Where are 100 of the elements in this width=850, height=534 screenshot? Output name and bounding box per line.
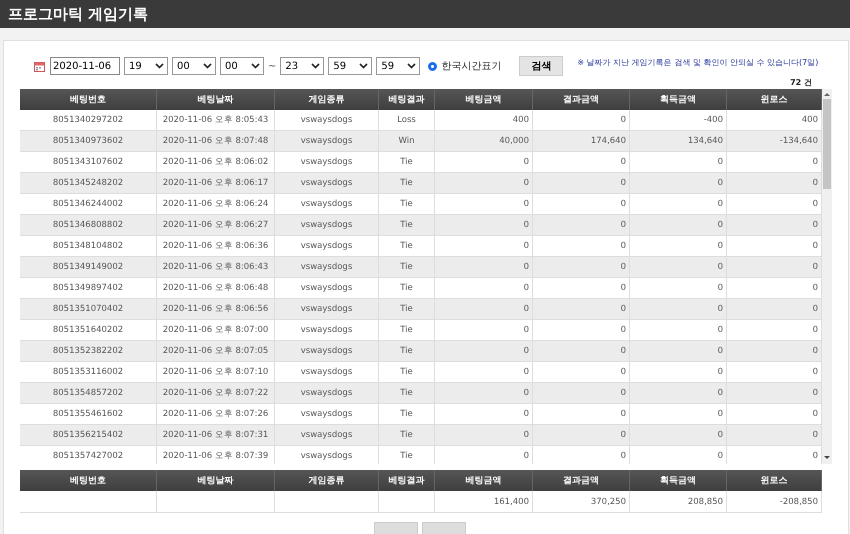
table-cell: 8051340297202 <box>20 110 157 130</box>
table-cell: 0 <box>630 425 727 445</box>
table-cell: 2020-11-06 오후 8:06:48 <box>157 278 275 298</box>
table-cell: vswaysdogs <box>275 383 379 403</box>
time-select[interactable]: 00 <box>220 57 264 75</box>
table-cell: Win <box>379 131 435 151</box>
table-cell: 0 <box>630 194 727 214</box>
radio-button[interactable] <box>428 62 438 70</box>
table-cell: 0 <box>630 299 727 319</box>
table-cell: 8051348104802 <box>20 236 157 256</box>
total-cell: 161,400 <box>435 491 533 512</box>
table-cell: vswaysdogs <box>275 362 379 382</box>
table-cell: Tie <box>379 257 435 277</box>
table-cell: 0 <box>630 152 727 172</box>
chevron-icon <box>359 63 368 69</box>
scrollbar[interactable] <box>822 89 832 464</box>
table-cell: 0 <box>533 425 630 445</box>
table-cell: Tie <box>379 320 435 340</box>
time-select[interactable]: 59 <box>328 57 372 75</box>
chevron-icon <box>203 63 212 69</box>
radio-label[interactable]: 한국시간표기 <box>441 59 502 73</box>
table-cell: 2020-11-06 오후 8:06:02 <box>157 152 275 172</box>
table-cell: Tie <box>379 383 435 403</box>
table-cell: 0 <box>435 194 533 214</box>
table-cell: vswaysdogs <box>275 110 379 130</box>
table-cell: 0 <box>533 362 630 382</box>
calendar-icon[interactable] <box>34 60 45 72</box>
table-cell: 0 <box>435 404 533 424</box>
table-cell: 40,000 <box>435 131 533 151</box>
table-cell: Tie <box>379 236 435 256</box>
scroll-thumb[interactable] <box>823 99 831 189</box>
table-cell: Tie <box>379 278 435 298</box>
table-cell: Tie <box>379 215 435 235</box>
search-button[interactable]: 검색 <box>519 56 564 76</box>
table-cell: vswaysdogs <box>275 257 379 277</box>
table-cell: vswaysdogs <box>275 320 379 340</box>
table-cell: 0 <box>630 362 727 382</box>
table-cell: 0 <box>533 299 630 319</box>
date-field[interactable]: 2020-11-06 <box>50 57 120 75</box>
time-select[interactable]: 00 <box>172 57 216 75</box>
table-cell: 2020-11-06 오후 8:06:24 <box>157 194 275 214</box>
table-cell: 0 <box>533 341 630 361</box>
table-cell: 0 <box>630 257 727 277</box>
total-cell: 370,250 <box>533 491 630 512</box>
table-cell: Tie <box>379 362 435 382</box>
table-cell: 0 <box>533 404 630 424</box>
table-cell: 0 <box>435 257 533 277</box>
table-cell: 0 <box>630 173 727 193</box>
table-cell: 8051346808802 <box>20 215 157 235</box>
time-select[interactable]: 19 <box>124 57 168 75</box>
table-cell: 8051355461602 <box>20 404 157 424</box>
table-cell: 0 <box>435 299 533 319</box>
table-cell: 2020-11-06 오후 8:07:00 <box>157 320 275 340</box>
table-cell: Tie <box>379 152 435 172</box>
table-cell: vswaysdogs <box>275 152 379 172</box>
table-cell: 0 <box>630 320 727 340</box>
table-cell: 400 <box>435 110 533 130</box>
table-cell: 0 <box>533 215 630 235</box>
table-cell: 0 <box>630 341 727 361</box>
table-cell: 0 <box>533 320 630 340</box>
table-cell: 0 <box>630 236 727 256</box>
table-cell: 8051349897402 <box>20 278 157 298</box>
table-cell: -400 <box>630 110 727 130</box>
table-cell: vswaysdogs <box>275 173 379 193</box>
table-cell: 0 <box>630 404 727 424</box>
scroll-down-icon[interactable] <box>824 456 830 459</box>
table-cell: 0 <box>533 257 630 277</box>
table-cell: vswaysdogs <box>275 299 379 319</box>
table-cell: 0 <box>435 152 533 172</box>
table-cell: Tie <box>379 446 435 464</box>
table-cell: Tie <box>379 341 435 361</box>
time-select[interactable]: 23 <box>280 57 324 75</box>
table-cell: 0 <box>533 152 630 172</box>
table-cell: 2020-11-06 오후 8:06:27 <box>157 215 275 235</box>
table-cell: 2020-11-06 오후 8:06:43 <box>157 257 275 277</box>
table-cell: 8051351640202 <box>20 320 157 340</box>
range-separator: ~ <box>268 60 276 72</box>
table-cell: 0 <box>435 425 533 445</box>
table-cell: 2020-11-06 오후 8:06:56 <box>157 299 275 319</box>
table-cell: vswaysdogs <box>275 131 379 151</box>
table-cell: 8051356215402 <box>20 425 157 445</box>
notice-text: ※ 날짜가 지난 게임기록은 검색 및 확인이 안되실 수 있습니다(7일) <box>577 56 818 68</box>
table-cell: 8051353116002 <box>20 362 157 382</box>
table-cell: Loss <box>379 110 435 130</box>
table-cell: 0 <box>435 236 533 256</box>
chevron-icon <box>311 63 320 69</box>
scroll-up-icon[interactable] <box>824 93 830 96</box>
table-cell: 2020-11-06 오후 8:07:22 <box>157 383 275 403</box>
table-cell: 0 <box>533 236 630 256</box>
table-cell: vswaysdogs <box>275 215 379 235</box>
table-cell: 8051352382202 <box>20 341 157 361</box>
table-cell: vswaysdogs <box>275 341 379 361</box>
table-cell: 2020-11-06 오후 8:05:43 <box>157 110 275 130</box>
total-cell: 208,850 <box>630 491 727 512</box>
time-select[interactable]: 59 <box>376 57 420 75</box>
chevron-icon <box>155 63 164 69</box>
record-count: 72 건 <box>790 77 812 89</box>
table-cell: 0 <box>435 341 533 361</box>
table-cell: Tie <box>379 194 435 214</box>
table-cell: 0 <box>435 215 533 235</box>
